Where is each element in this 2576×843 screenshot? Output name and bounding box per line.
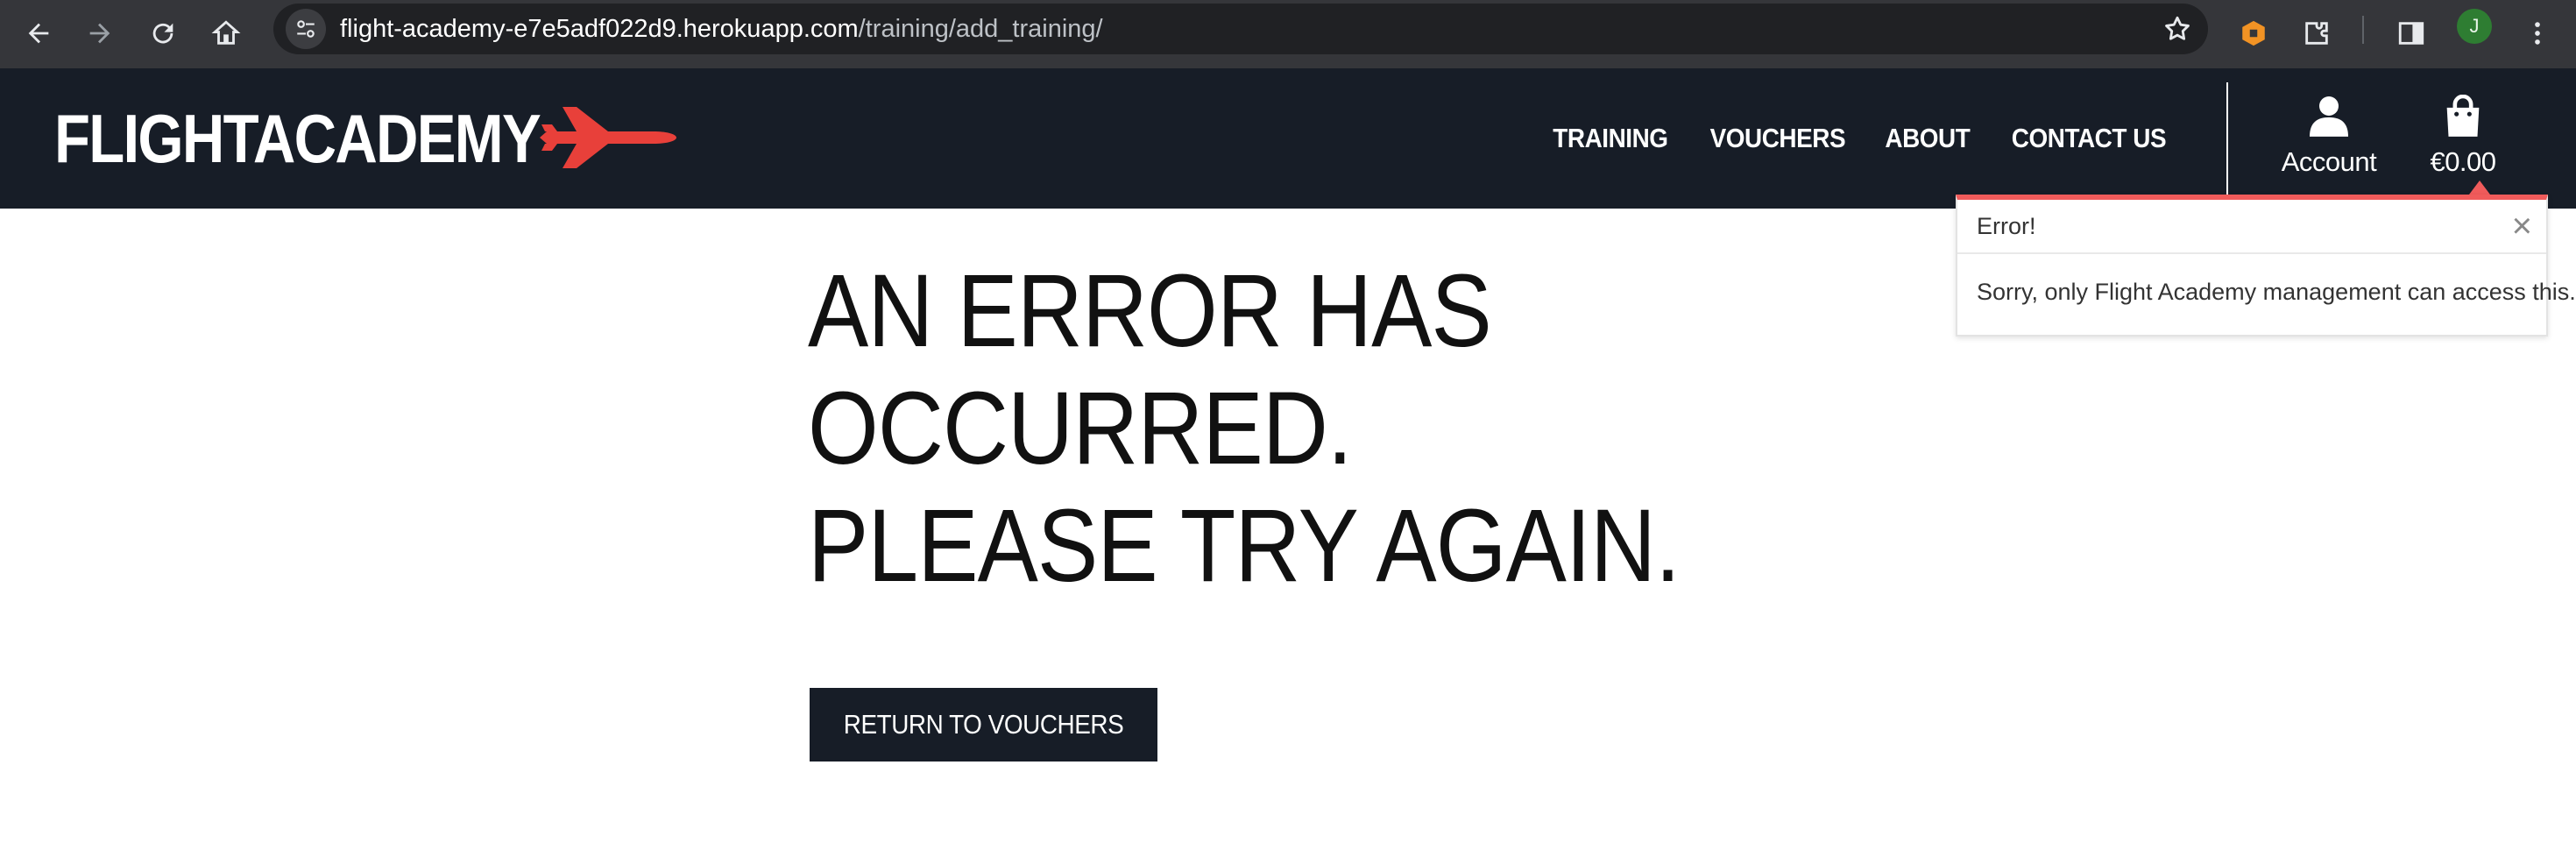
error-toast: Error! × Sorry, only Flight Academy mana… — [1956, 195, 2576, 336]
url-path: /training/add_training/ — [858, 15, 1103, 43]
main-nav: TRAINING VOUCHERS ABOUT CONTACT US — [1546, 68, 2175, 209]
shopping-bag-icon — [2444, 94, 2482, 140]
extension-honey-icon[interactable] — [2227, 7, 2280, 60]
return-button-label: RETURN TO VOUCHERS — [843, 709, 1124, 740]
toast-message: Sorry, only Flight Academy management ca… — [1977, 279, 2576, 305]
reload-icon — [152, 23, 173, 44]
toolbar-divider — [2362, 16, 2364, 44]
airplane-icon — [540, 107, 676, 168]
browser-toolbar: flight-academy-e7e5adf022d9.herokuapp.co… — [0, 0, 2576, 68]
extensions-puzzle-icon[interactable] — [2290, 7, 2343, 60]
home-icon — [211, 20, 241, 45]
user-icon — [2310, 96, 2348, 140]
nav-training[interactable]: TRAINING — [1553, 123, 1668, 154]
url-text[interactable]: flight-academy-e7e5adf022d9.herokuapp.co… — [340, 4, 1103, 54]
side-panel-icon[interactable] — [2385, 7, 2438, 60]
nav-contact-us[interactable]: CONTACT US — [2012, 123, 2167, 154]
logo-text: FLIGHTACADEMY — [54, 99, 541, 177]
nav-divider — [2226, 82, 2228, 209]
account-label: Account — [2281, 146, 2377, 177]
site-settings-icon[interactable] — [286, 9, 326, 49]
site-navbar: FLIGHTACADEMY TRAINING VOUCHERS ABOUT CO… — [0, 68, 2576, 209]
nav-about[interactable]: ABOUT — [1886, 123, 1971, 154]
address-bar[interactable]: flight-academy-e7e5adf022d9.herokuapp.co… — [273, 4, 2208, 54]
back-button[interactable] — [12, 7, 65, 60]
toast-title: Error! — [1957, 200, 2546, 254]
cart-link[interactable]: €0.00 — [2415, 94, 2511, 191]
profile-avatar[interactable]: J — [2457, 9, 2492, 44]
home-button[interactable] — [200, 7, 252, 60]
bookmark-star-icon[interactable] — [2157, 9, 2197, 49]
error-heading: AN ERROR HAS OCCURRED. PLEASE TRY AGAIN. — [808, 253, 1681, 604]
nav-vouchers[interactable]: VOUCHERS — [1709, 123, 1845, 154]
cart-total: €0.00 — [2430, 146, 2496, 177]
forward-arrow-icon — [89, 23, 110, 44]
close-icon[interactable]: × — [2512, 209, 2532, 244]
site-logo[interactable]: FLIGHTACADEMY — [54, 95, 676, 182]
return-to-vouchers-button[interactable]: RETURN TO VOUCHERS — [810, 688, 1157, 762]
toast-pointer — [2469, 181, 2490, 195]
menu-kebab-icon[interactable] — [2511, 7, 2564, 60]
account-link[interactable]: Account — [2269, 95, 2388, 191]
back-arrow-icon — [28, 23, 49, 44]
reload-button[interactable] — [137, 7, 189, 60]
forward-button[interactable] — [74, 7, 126, 60]
url-host: flight-academy-e7e5adf022d9.herokuapp.co… — [340, 15, 859, 43]
